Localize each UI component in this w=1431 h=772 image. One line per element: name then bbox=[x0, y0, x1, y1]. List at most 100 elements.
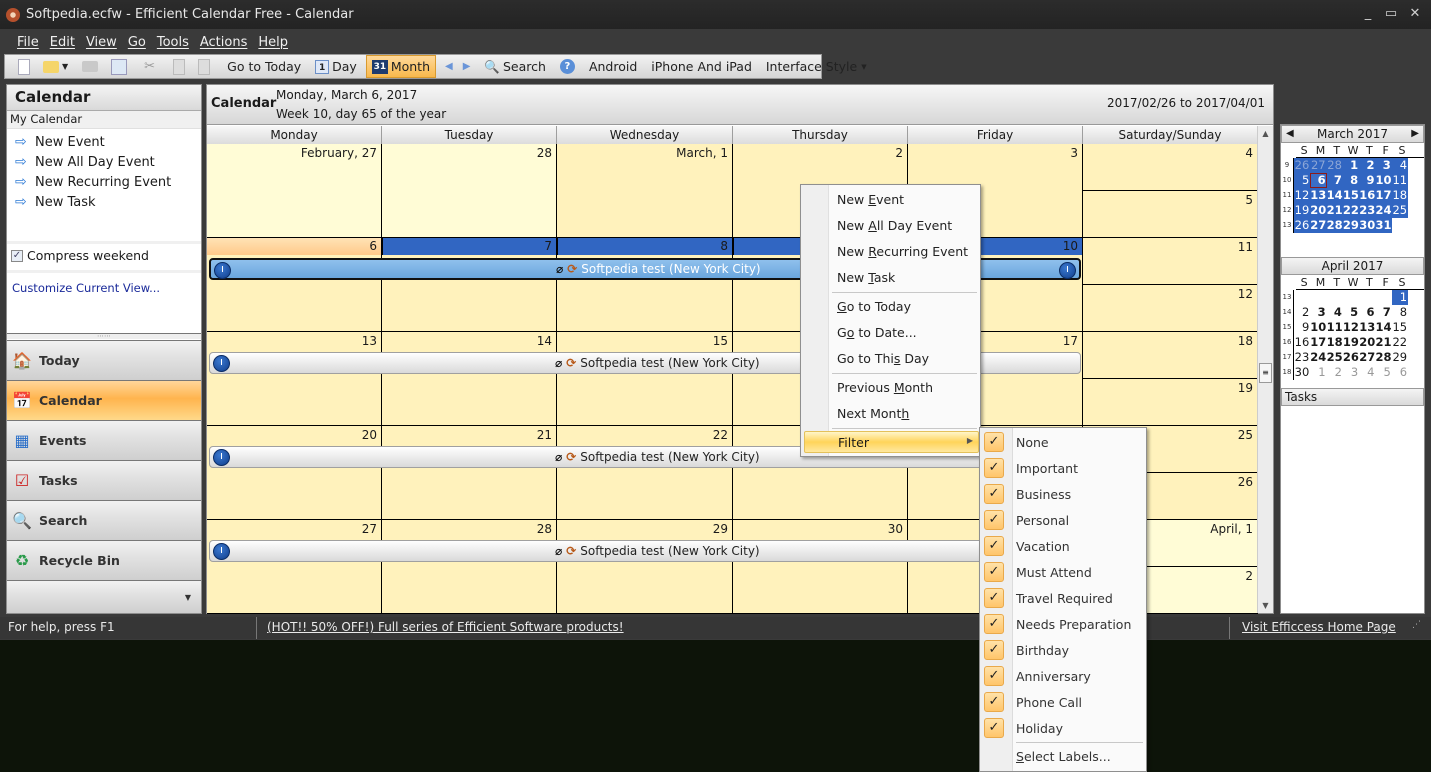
select-labels-item[interactable]: Select Labels... bbox=[1016, 749, 1111, 764]
month-view-button[interactable]: 31 Month bbox=[365, 55, 437, 78]
checkmark-icon[interactable]: ✓ bbox=[984, 718, 1004, 738]
filter-item-phone-call[interactable]: ✓ Phone Call bbox=[980, 689, 1146, 715]
mini-calendar-day[interactable]: 1 bbox=[1342, 158, 1360, 173]
new-task-link[interactable]: ⇨ New Task bbox=[7, 192, 201, 212]
day-cell[interactable]: 8 bbox=[557, 238, 733, 332]
compress-weekend-label[interactable]: Compress weekend bbox=[27, 248, 149, 263]
mini-calendar-day[interactable]: 28 bbox=[1326, 158, 1343, 173]
mini-calendar-day[interactable]: 19 bbox=[1343, 335, 1359, 350]
mini-calendar-day[interactable]: 12 bbox=[1343, 320, 1359, 335]
mini-calendar-day[interactable]: 4 bbox=[1327, 305, 1343, 320]
android-button[interactable]: Android bbox=[584, 55, 642, 78]
filter-item-holiday[interactable]: ✓ Holiday bbox=[980, 715, 1146, 741]
filter-item-none[interactable]: ✓ None bbox=[980, 429, 1146, 455]
weekend-day-cell[interactable]: 18 bbox=[1083, 332, 1258, 379]
mini-calendar-day[interactable]: 2 bbox=[1294, 305, 1310, 320]
mini-calendar-day[interactable]: 29 bbox=[1392, 350, 1408, 365]
filter-item-birthday[interactable]: ✓ Birthday bbox=[980, 637, 1146, 663]
home-page-link[interactable]: Visit Efficcess Home Page bbox=[1242, 620, 1396, 634]
nav-events[interactable]: ▦ Events bbox=[7, 420, 201, 460]
menu-tools[interactable]: Tools bbox=[157, 35, 189, 50]
help-button[interactable]: ? bbox=[555, 55, 580, 78]
nav-tasks[interactable]: ☑ Tasks bbox=[7, 460, 201, 500]
mini-calendar-day[interactable]: 24 bbox=[1310, 350, 1326, 365]
close-button[interactable]: ✕ bbox=[1405, 6, 1425, 21]
mini-calendar-day[interactable]: 9 bbox=[1359, 173, 1376, 188]
mini-calendar-day[interactable]: 5 bbox=[1343, 305, 1359, 320]
day-cell[interactable]: 27 bbox=[207, 520, 382, 614]
event-bar[interactable]: ⌀ ⟳ Softpedia test (New York City) bbox=[209, 540, 1081, 562]
scroll-down-icon[interactable]: ▼ bbox=[1258, 601, 1273, 610]
mini-calendar-day[interactable]: 2 bbox=[1359, 158, 1376, 173]
mini-calendar-day[interactable]: 3 bbox=[1375, 158, 1392, 173]
prev-month-icon[interactable]: ◀ bbox=[1286, 126, 1294, 142]
day-cell[interactable]: February, 27 bbox=[207, 144, 382, 238]
mini-calendar-day[interactable]: 28 bbox=[1326, 218, 1343, 233]
mini-calendar-day[interactable]: 14 bbox=[1375, 320, 1391, 335]
print-button[interactable] bbox=[77, 55, 106, 78]
day-cell[interactable]: 21 bbox=[382, 426, 557, 520]
mini-calendar-day[interactable]: 17 bbox=[1375, 188, 1392, 203]
mini-calendar-day[interactable]: 14 bbox=[1326, 188, 1343, 203]
ctx-filter[interactable]: Filter ▶ bbox=[804, 431, 979, 453]
mini-calendar-day[interactable]: 17 bbox=[1310, 335, 1326, 350]
mini-calendar-day[interactable]: 10 bbox=[1310, 320, 1326, 335]
mini-calendar-day[interactable]: 3 bbox=[1343, 365, 1359, 380]
new-file-button[interactable] bbox=[13, 55, 38, 78]
mini-calendar-day[interactable]: 27 bbox=[1310, 218, 1327, 233]
mini-calendar-day[interactable]: 15 bbox=[1392, 320, 1408, 335]
customize-view-link[interactable]: Customize Current View... bbox=[7, 270, 201, 303]
tasks-header[interactable]: Tasks bbox=[1281, 388, 1424, 406]
scroll-up-icon[interactable]: ▲ bbox=[1258, 126, 1273, 138]
scroll-thumb[interactable]: ≡ bbox=[1259, 363, 1272, 383]
mini-calendar-day[interactable]: 21 bbox=[1326, 203, 1343, 218]
maximize-button[interactable]: ▭ bbox=[1381, 6, 1401, 21]
mini-calendar-day[interactable]: 8 bbox=[1342, 173, 1360, 188]
filter-item-needs-preparation[interactable]: ✓ Needs Preparation bbox=[980, 611, 1146, 637]
mini-calendar-day[interactable]: 16 bbox=[1294, 335, 1310, 350]
day-cell[interactable]: 7 bbox=[382, 238, 557, 332]
weekend-day-cell[interactable]: 4 bbox=[1083, 144, 1258, 191]
mini-calendar-day[interactable]: 9 bbox=[1294, 320, 1310, 335]
mini-calendar-day[interactable]: 1 bbox=[1310, 365, 1326, 380]
day-cell[interactable]: 14 bbox=[382, 332, 557, 426]
day-view-button[interactable]: 1 Day bbox=[310, 55, 362, 78]
mini-calendar-day[interactable]: 16 bbox=[1359, 188, 1376, 203]
mini-calendar-day[interactable]: 6 bbox=[1310, 173, 1327, 188]
day-cell[interactable]: 13 bbox=[207, 332, 382, 426]
mini-calendar-day[interactable]: 22 bbox=[1342, 203, 1360, 218]
mini-calendar-day[interactable]: 7 bbox=[1326, 173, 1343, 188]
day-cell[interactable]: March, 1 bbox=[557, 144, 733, 238]
mini-calendar-day[interactable]: 3 bbox=[1310, 305, 1326, 320]
menu-actions[interactable]: Actions bbox=[200, 35, 248, 50]
mini-calendar-day[interactable]: 30 bbox=[1294, 365, 1310, 380]
mini-calendar-day[interactable]: 6 bbox=[1359, 305, 1375, 320]
mini-calendar-day[interactable]: 13 bbox=[1359, 320, 1375, 335]
mini-calendar-day[interactable]: 18 bbox=[1327, 335, 1343, 350]
new-all-day-event-link[interactable]: ⇨ New All Day Event bbox=[7, 152, 201, 172]
nav-today[interactable]: 🏠 Today bbox=[7, 340, 201, 380]
mini-calendar-day[interactable]: 1 bbox=[1391, 290, 1409, 305]
mini-calendar-day[interactable]: 12 bbox=[1294, 188, 1311, 203]
mini-calendar-day[interactable]: 8 bbox=[1392, 305, 1408, 320]
ctx-new-all-day-event[interactable]: New All Day Event bbox=[837, 218, 952, 233]
ctx-go-to-today[interactable]: Go to Today bbox=[837, 299, 911, 314]
checkmark-icon[interactable]: ✓ bbox=[984, 588, 1004, 608]
filter-item-travel-required[interactable]: ✓ Travel Required bbox=[980, 585, 1146, 611]
mini-calendar-day[interactable]: 20 bbox=[1359, 335, 1375, 350]
ctx-next-month[interactable]: Next Month bbox=[837, 406, 909, 421]
ctx-new-recurring-event[interactable]: New Recurring Event bbox=[837, 244, 968, 259]
mini-calendar-day[interactable]: 26 bbox=[1294, 218, 1311, 233]
copy-button[interactable] bbox=[168, 55, 193, 78]
ctx-previous-month[interactable]: Previous Month bbox=[837, 380, 933, 395]
vertical-scrollbar[interactable]: ▲ ≡ ▼ bbox=[1257, 126, 1273, 613]
previous-button[interactable]: ◀ bbox=[440, 55, 458, 78]
checkmark-icon[interactable]: ✓ bbox=[984, 484, 1004, 504]
new-event-link[interactable]: ⇨ New Event bbox=[7, 132, 201, 152]
next-month-icon[interactable]: ▶ bbox=[1411, 126, 1419, 142]
menu-edit[interactable]: Edit bbox=[50, 35, 75, 50]
mini-calendar-day[interactable]: 23 bbox=[1294, 350, 1310, 365]
day-cell[interactable]: 20 bbox=[207, 426, 382, 520]
weekend-day-cell[interactable]: 12 bbox=[1083, 285, 1258, 332]
filter-item-vacation[interactable]: ✓ Vacation bbox=[980, 533, 1146, 559]
